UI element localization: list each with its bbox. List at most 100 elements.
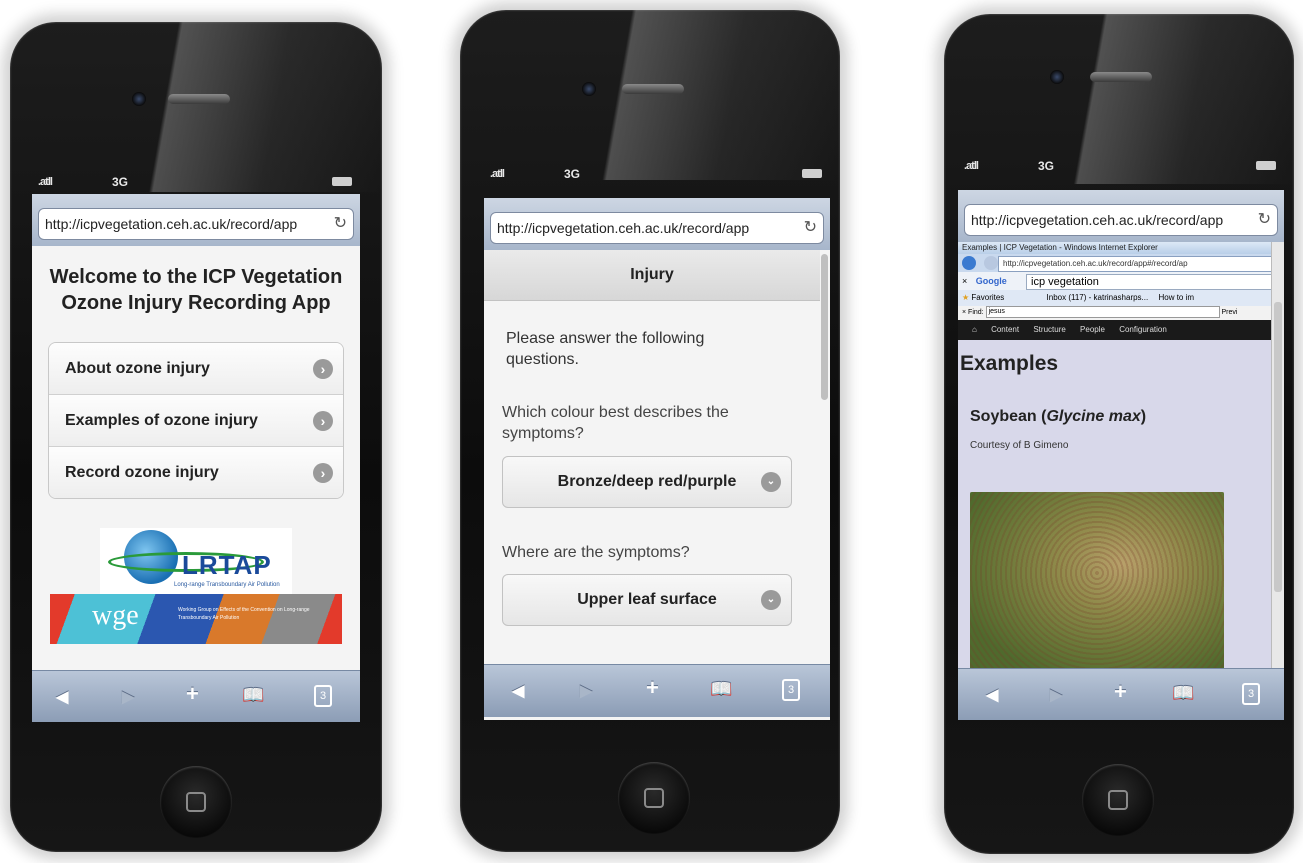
google-search-input[interactable]: icp vegetation [1026,274,1282,290]
favorites-label[interactable]: Favorites [971,293,1004,302]
find-previous-button[interactable]: Previ [1222,309,1238,316]
address-field[interactable]: http://icpvegetation.ceh.ac.uk/record/ap… [38,208,354,240]
species-latin-name: Glycine max [1046,408,1141,425]
find-bar: × Find: jesus Previ [958,306,1284,320]
battery-icon [1256,161,1276,170]
address-field[interactable]: http://icpvegetation.ceh.ac.uk/record/ap… [964,204,1278,236]
back-button[interactable]: ◀ [986,685,998,705]
close-icon[interactable]: × [958,276,967,286]
screen: http://icpvegetation.ceh.ac.uk/record/ap… [484,198,830,720]
admin-menu-structure[interactable]: Structure [1033,325,1065,334]
ie-titlebar: Examples | ICP Vegetation - Windows Inte… [958,242,1284,254]
reload-icon[interactable]: ↻ [334,209,347,239]
tabs-button[interactable]: 3 [1242,683,1260,705]
examples-heading: Examples [960,352,1059,375]
back-nav-icon[interactable] [962,256,976,270]
add-button[interactable]: + [186,681,199,707]
lrtap-logo: LRTAP Long-range Transboundary Air Pollu… [100,528,292,594]
admin-menu-content[interactable]: Content [991,325,1019,334]
reload-icon[interactable]: ↻ [804,213,817,243]
question-colour: Which colour best describes the symptoms… [502,404,729,442]
signal-icon: .atll [964,160,979,172]
bookmarks-icon[interactable]: 📖 [242,685,264,706]
lrtap-logo-text: LRTAP [182,550,272,580]
menu-item-record[interactable]: Record ozone injury › [49,446,343,498]
add-button[interactable]: + [646,675,659,701]
menu-item-examples[interactable]: Examples of ozone injury › [49,394,343,446]
colour-select[interactable]: Bronze/deep red/purple ⌄ [502,456,792,508]
menu-item-about[interactable]: About ozone injury › [49,343,343,394]
ie-scrollbar[interactable] [1271,242,1284,668]
back-button[interactable]: ◀ [56,687,68,707]
page-title: Welcome to the ICP Vegetation Ozone Inju… [49,266,343,314]
front-camera [1050,70,1064,84]
find-input[interactable]: jesus [985,306,1220,319]
front-camera [132,92,146,106]
earpiece-speaker [168,94,230,104]
screen: http://icpvegetation.ceh.ac.uk/record/ap… [958,190,1284,720]
colour-select-value: Bronze/deep red/purple [557,473,737,490]
signal-icon: .atll [38,176,53,188]
forward-nav-icon[interactable] [984,256,999,270]
photo-credit: Courtesy of B Gimeno [970,440,1069,451]
forward-button[interactable]: ▶ [122,687,134,707]
tabs-button[interactable]: 3 [782,679,800,701]
url-bar: http://icpvegetation.ceh.ac.uk/record/ap… [484,198,830,250]
scrollbar[interactable] [821,254,828,400]
back-button[interactable]: ◀ [512,681,524,701]
species-paren-close: ) [1140,408,1147,425]
home-square-icon [644,788,664,808]
location-select[interactable]: Upper leaf surface ⌄ [502,574,792,626]
url-text: http://icpvegetation.ceh.ac.uk/record/ap… [971,212,1224,228]
home-button[interactable] [1082,764,1154,836]
scrollbar-thumb[interactable] [1274,302,1282,592]
google-logo: Google [975,276,1007,286]
species-common-name: Soybean ( [970,408,1047,425]
fav-tab-howto[interactable]: How to im [1158,293,1194,302]
ie-window: Examples | ICP Vegetation - Windows Inte… [958,242,1284,672]
admin-menu-configuration[interactable]: Configuration [1119,325,1167,334]
star-icon: ★ [962,293,970,302]
question-location: Where are the symptoms? [502,544,690,561]
url-text: http://icpvegetation.ceh.ac.uk/record/ap… [45,216,298,232]
chevron-right-icon: › [313,463,333,483]
admin-menu-people[interactable]: People [1080,325,1105,334]
menu-item-label: Examples of ozone injury [65,412,258,429]
menu-item-label: Record ozone injury [65,464,219,481]
url-text: http://icpvegetation.ceh.ac.uk/record/ap… [497,220,750,236]
phone-2: .atll 3G http://icpvegetation.ceh.ac.uk/… [460,10,840,852]
browser-toolbar: ◀ ▶ + 📖 3 [958,668,1284,720]
network-label: 3G [1038,159,1055,173]
phone-glare [10,22,382,192]
ie-address-field[interactable]: http://icpvegetation.ceh.ac.uk/record/ap… [998,256,1282,272]
fav-tab-inbox[interactable]: Inbox (117) - katrinasharps... [1047,293,1149,302]
wge-logo-text: wge [92,600,139,631]
home-button[interactable] [160,766,232,838]
bookmarks-icon[interactable]: 📖 [1172,683,1194,704]
forward-button[interactable]: ▶ [580,681,592,701]
status-bar: .atll 3G [484,162,830,186]
find-label: Find: [968,309,984,316]
status-bar: .atll 3G [32,170,360,194]
favorites-bar: ★ Favorites Inbox (117) - katrinasharps.… [958,290,1284,306]
front-camera [582,82,596,96]
intro-text: Please answer the following questions. [506,330,705,368]
close-icon[interactable]: × [962,309,966,316]
phone-glare [460,10,840,180]
add-button[interactable]: + [1114,679,1127,705]
network-label: 3G [564,167,581,181]
address-field[interactable]: http://icpvegetation.ceh.ac.uk/record/ap… [490,212,824,244]
menu-item-label: About ozone injury [65,360,210,377]
phone-3: .atll 3G http://icpvegetation.ceh.ac.uk/… [944,14,1294,854]
bookmarks-icon[interactable]: 📖 [710,679,732,700]
battery-icon [802,169,822,178]
home-square-icon [1108,790,1128,810]
admin-menu: ⌂ Content Structure People Configuration [958,320,1284,340]
home-button[interactable] [618,762,690,834]
reload-icon[interactable]: ↻ [1258,205,1271,235]
battery-icon [332,177,352,186]
location-select-value: Upper leaf surface [577,591,717,608]
tabs-button[interactable]: 3 [314,685,332,707]
home-icon[interactable]: ⌂ [972,325,977,334]
forward-button[interactable]: ▶ [1050,685,1062,705]
